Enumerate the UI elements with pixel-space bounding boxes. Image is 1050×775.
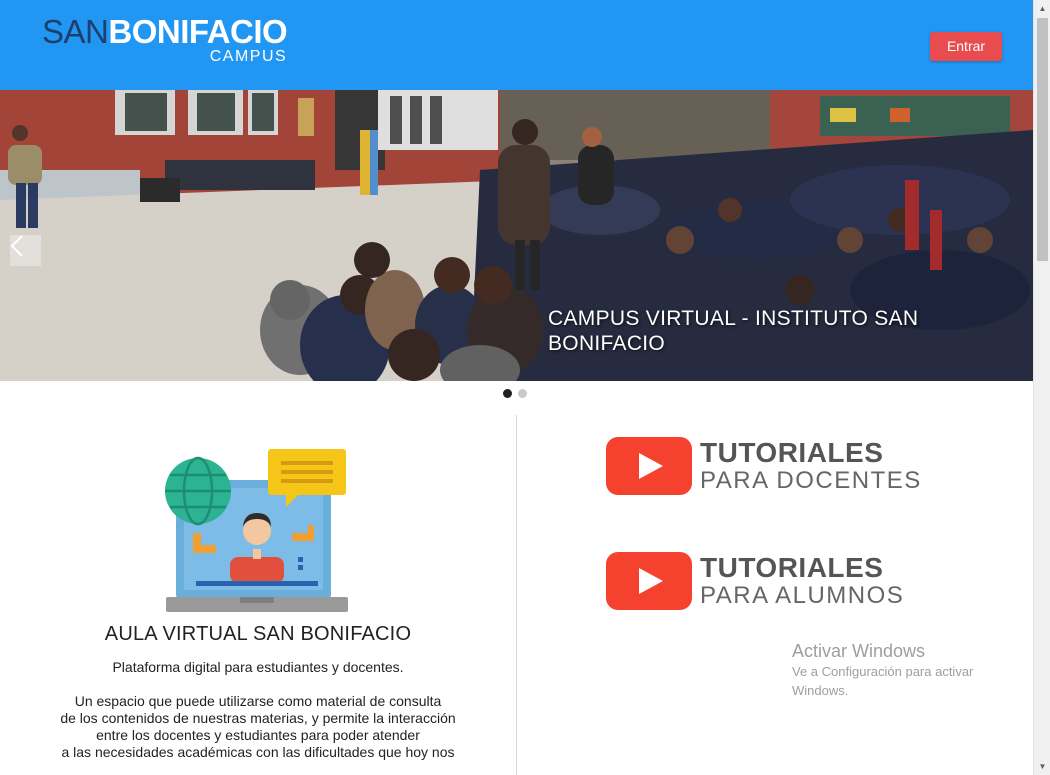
- logo-bonifacio: BONIFACIO: [108, 13, 288, 50]
- aula-virtual-title[interactable]: AULA VIRTUAL SAN BONIFACIO: [0, 623, 516, 646]
- description-line: de los contenidos de nuestras materias, …: [60, 710, 456, 726]
- tutorial-text: TUTORIALES PARA DOCENTES: [700, 438, 922, 494]
- logo-san: SAN: [42, 13, 109, 50]
- column-divider: [516, 415, 517, 775]
- site-logo[interactable]: SANBONIFACIO CAMPUS: [42, 13, 288, 70]
- page: SANBONIFACIO CAMPUS Entrar CAMPUS VIRTUA…: [0, 0, 1050, 775]
- tutorial-subtitle: PARA ALUMNOS: [700, 582, 905, 609]
- vertical-scrollbar[interactable]: ▲ ▼: [1033, 0, 1050, 775]
- logo-wordmark: SANBONIFACIO: [42, 13, 288, 50]
- tutorial-link-docentes[interactable]: TUTORIALES PARA DOCENTES: [606, 437, 922, 495]
- tutorial-text: TUTORIALES PARA ALUMNOS: [700, 553, 904, 609]
- tutorial-link-alumnos[interactable]: TUTORIALES PARA ALUMNOS: [606, 552, 904, 610]
- tutorial-title: TUTORIALES: [700, 437, 884, 468]
- carousel-dot-2[interactable]: [518, 389, 527, 398]
- aula-virtual-subtitle: Plataforma digital para estudiantes y do…: [112, 659, 404, 675]
- laptop-teacher-icon: [165, 449, 348, 612]
- scrollbar-thumb[interactable]: [1037, 18, 1048, 261]
- top-navbar: SANBONIFACIO CAMPUS Entrar: [0, 0, 1033, 90]
- description-line: a las necesidades académicas con las dif…: [61, 744, 455, 760]
- youtube-play-icon: [606, 552, 692, 610]
- watermark-subtitle: Ve a Configuración para activar Windows.: [792, 664, 974, 698]
- tutorial-subtitle: PARA DOCENTES: [700, 467, 922, 494]
- login-button[interactable]: Entrar: [930, 32, 1002, 61]
- description-line: entre los docentes y estudiantes para po…: [96, 727, 420, 743]
- carousel-indicators: [503, 389, 527, 398]
- aula-virtual-illustration[interactable]: [158, 445, 358, 622]
- scroll-up-arrow-icon[interactable]: ▲: [1034, 0, 1050, 17]
- chevron-left-icon: [10, 235, 23, 257]
- watermark-title: Activar Windows: [792, 641, 926, 661]
- windows-activation-watermark: Activar Windows Ve a Configuración para …: [792, 640, 1022, 700]
- carousel-dot-1[interactable]: [503, 389, 512, 398]
- description-line: Un espacio que puede utilizarse como mat…: [74, 693, 442, 709]
- aula-virtual-description: Un espacio que puede utilizarse como mat…: [0, 693, 516, 761]
- youtube-play-icon: [606, 437, 692, 495]
- hero-carousel[interactable]: CAMPUS VIRTUAL - INSTITUTO SAN BONIFACIO: [0, 90, 1033, 381]
- logo-campus: CAMPUS: [209, 48, 288, 65]
- tutorial-title: TUTORIALES: [700, 552, 884, 583]
- carousel-caption: CAMPUS VIRTUAL - INSTITUTO SAN BONIFACIO: [548, 307, 919, 355]
- scroll-down-arrow-icon[interactable]: ▼: [1034, 758, 1050, 775]
- carousel-prev-button[interactable]: [10, 235, 41, 266]
